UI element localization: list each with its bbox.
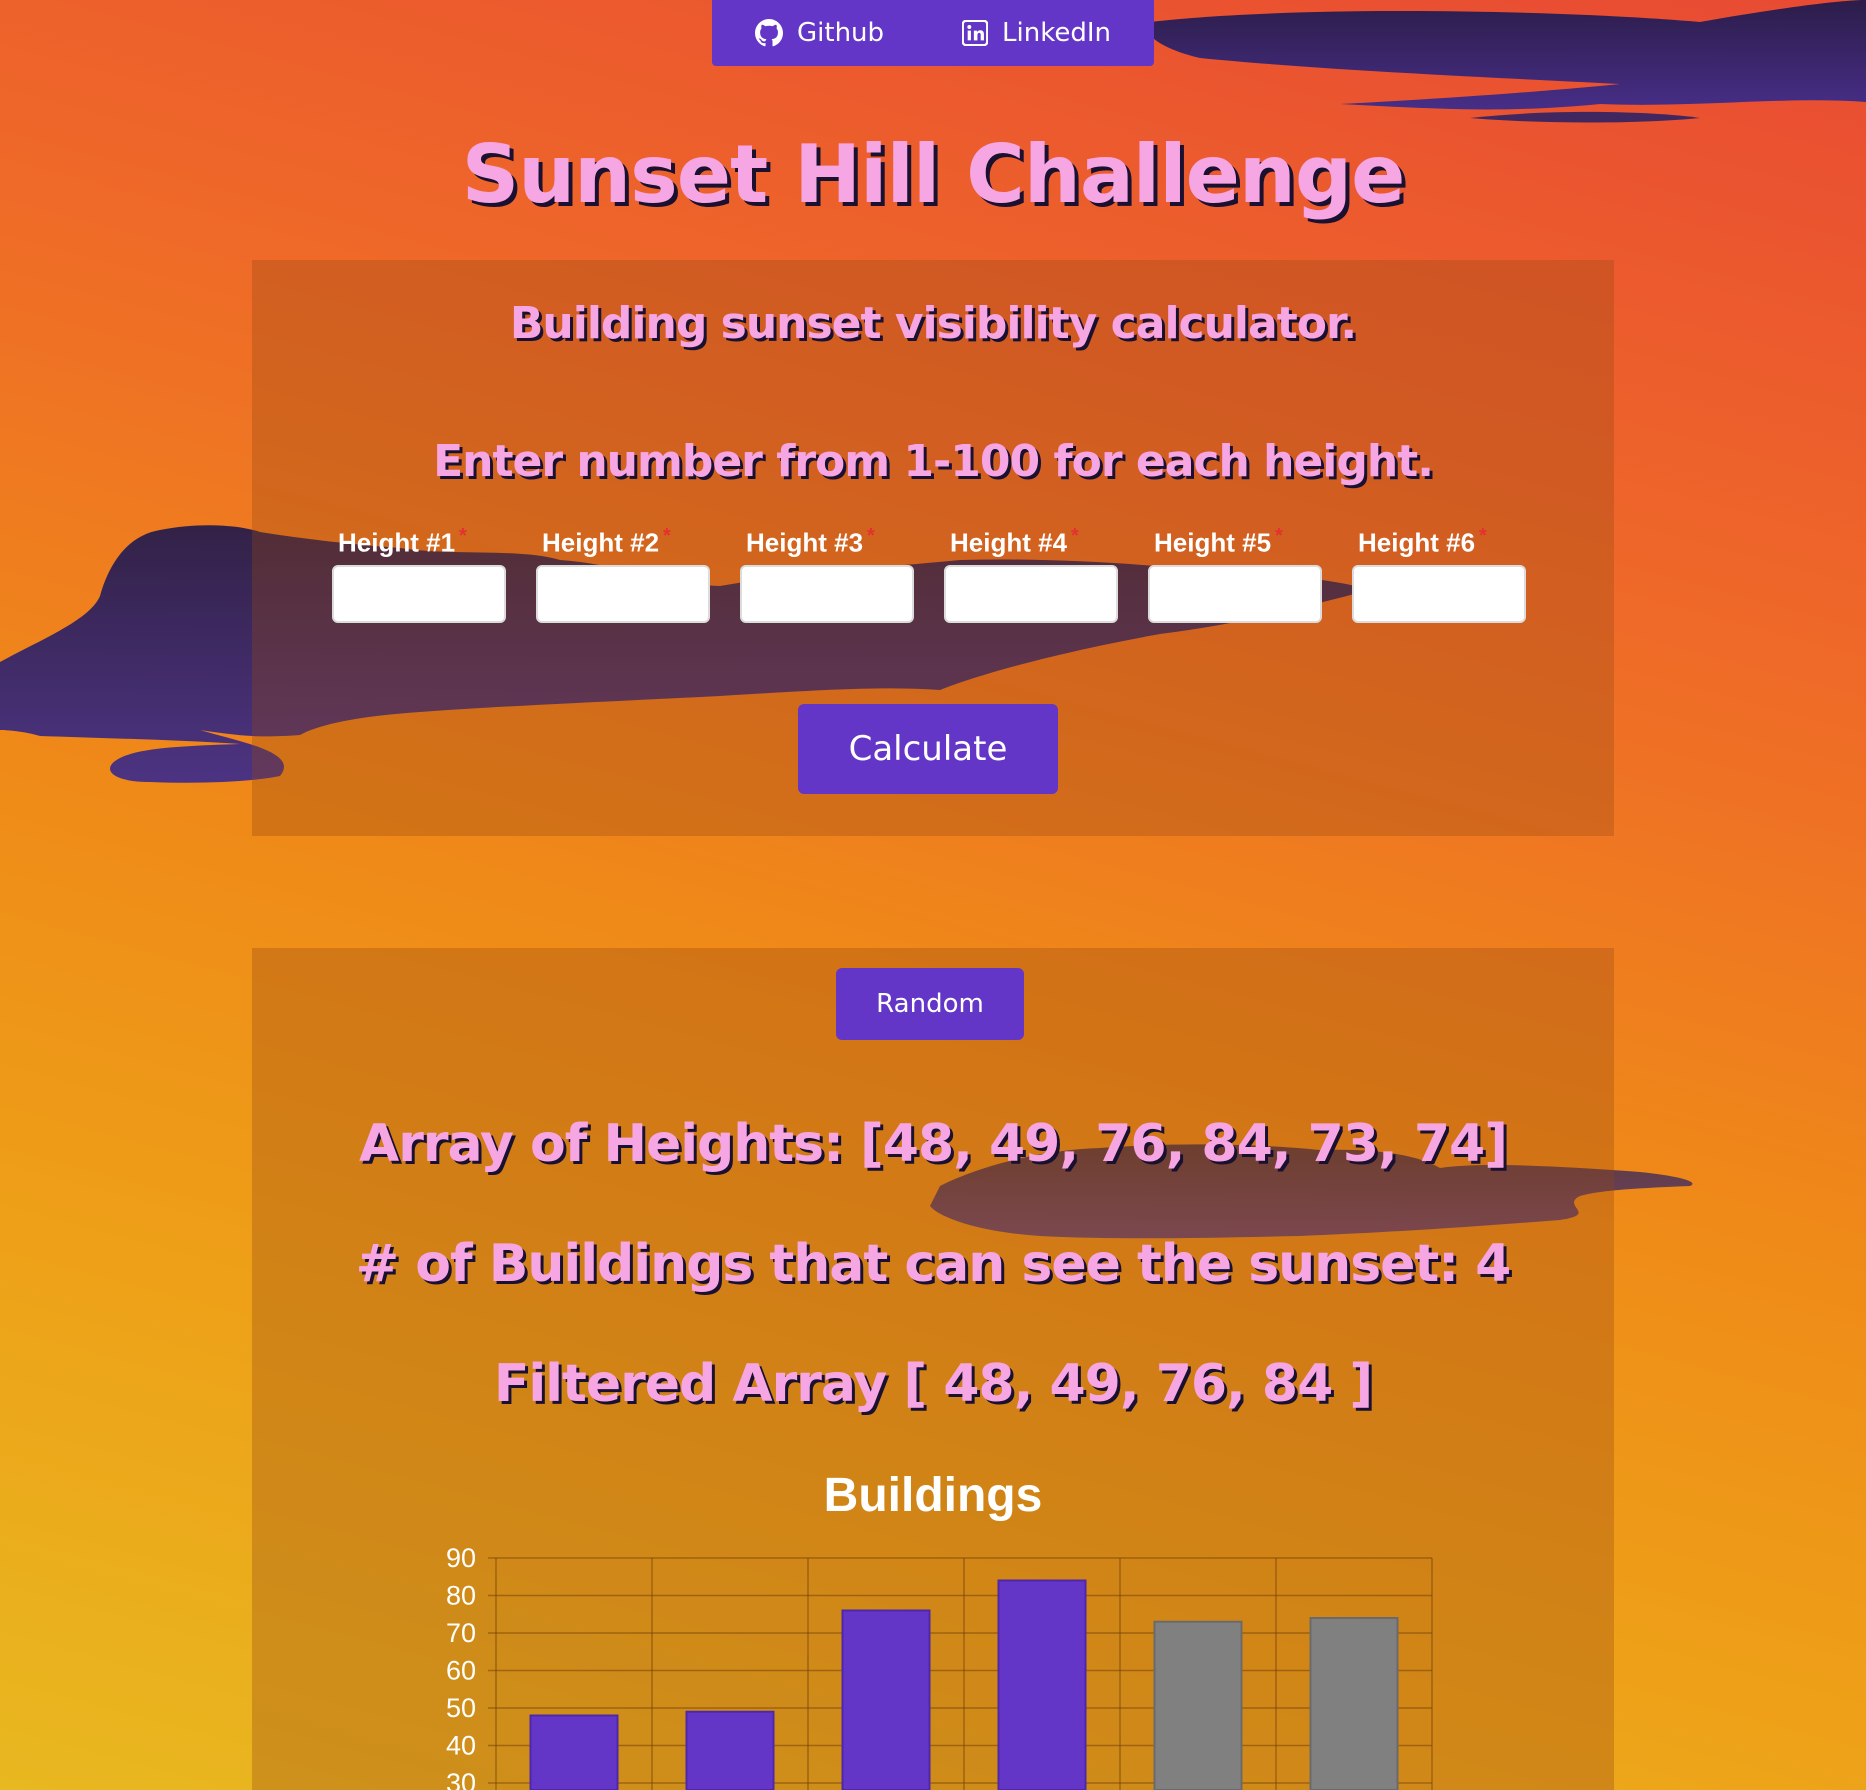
- y-tick-label: 30: [446, 1768, 476, 1790]
- height-label-4: Height #4 *: [950, 525, 1079, 558]
- required-marker: *: [1479, 525, 1487, 547]
- y-tick-label: 90: [446, 1543, 476, 1573]
- height-field-5: Height #5 *: [1148, 525, 1326, 623]
- height-field-6: Height #6 *: [1352, 525, 1530, 623]
- height-label-1: Height #1 *: [338, 525, 467, 558]
- calculate-button[interactable]: Calculate: [798, 704, 1058, 794]
- chart-bar: [529, 1714, 619, 1790]
- calculator-instructions: Enter number from 1-100 for each height.: [433, 436, 1434, 487]
- height-label-3: Height #3 *: [746, 525, 875, 558]
- chart-bar: [1153, 1620, 1243, 1790]
- chart-bar: [685, 1710, 775, 1790]
- y-tick-label: 80: [446, 1581, 476, 1611]
- height-fields: Height #1 * Height #2 * Height #3 * Height …: [332, 525, 1532, 625]
- filtered-array-text: Filtered Array [ 48, 49, 76, 84 ]: [493, 1354, 1373, 1414]
- chart-title: Buildings: [823, 1469, 1043, 1522]
- random-button[interactable]: Random: [836, 968, 1024, 1040]
- calculator-panel: Building sunset visibility calculator. E…: [252, 260, 1614, 836]
- height-input-1[interactable]: [332, 565, 506, 623]
- y-tick-label: 60: [446, 1656, 476, 1686]
- linkedin-icon: [962, 20, 989, 46]
- height-field-1: Height #1 *: [332, 525, 510, 623]
- height-label-6: Height #6 *: [1358, 525, 1487, 558]
- chart-bar: [1309, 1617, 1399, 1790]
- height-input-2[interactable]: [536, 565, 710, 623]
- results-panel: Random Array of Heights: [48, 49, 76, 84…: [252, 948, 1614, 1790]
- calculator-subtitle: Building sunset visibility calculator.: [509, 298, 1357, 349]
- linkedin-link[interactable]: LinkedIn: [962, 18, 1111, 48]
- github-link[interactable]: Github: [755, 18, 884, 48]
- y-tick-label: 40: [446, 1731, 476, 1761]
- y-tick-label: 50: [446, 1693, 476, 1723]
- required-marker: *: [1071, 525, 1079, 547]
- heights-array-text: Array of Heights: [48, 49, 76, 84, 73, 7…: [358, 1114, 1508, 1174]
- linkedin-link-label: LinkedIn: [1002, 18, 1111, 48]
- required-marker: *: [663, 525, 671, 547]
- height-field-3: Height #3 *: [740, 525, 918, 623]
- height-label-2: Height #2 *: [542, 525, 671, 558]
- y-tick-label: 70: [446, 1618, 476, 1648]
- buildings-bar-chart: 90 80 70 60 50 40 30: [446, 1543, 1433, 1790]
- github-link-label: Github: [797, 18, 885, 48]
- height-label-5: Height #5 *: [1154, 525, 1283, 558]
- height-input-6[interactable]: [1352, 565, 1526, 623]
- height-input-5[interactable]: [1148, 565, 1322, 623]
- chart-bar: [841, 1609, 931, 1790]
- required-marker: *: [459, 525, 467, 547]
- page-title: Sunset Hill Challenge: [461, 128, 1406, 221]
- height-input-3[interactable]: [740, 565, 914, 623]
- github-icon: [755, 19, 783, 47]
- required-marker: *: [1275, 525, 1283, 547]
- required-marker: *: [867, 525, 875, 547]
- height-input-4[interactable]: [944, 565, 1118, 623]
- top-nav: Github LinkedIn: [712, 0, 1154, 66]
- visible-count-text: # of Buildings that can see the sunset: …: [355, 1234, 1512, 1294]
- height-field-2: Height #2 *: [536, 525, 714, 623]
- height-field-4: Height #4 *: [944, 525, 1122, 623]
- chart-bar: [997, 1579, 1087, 1790]
